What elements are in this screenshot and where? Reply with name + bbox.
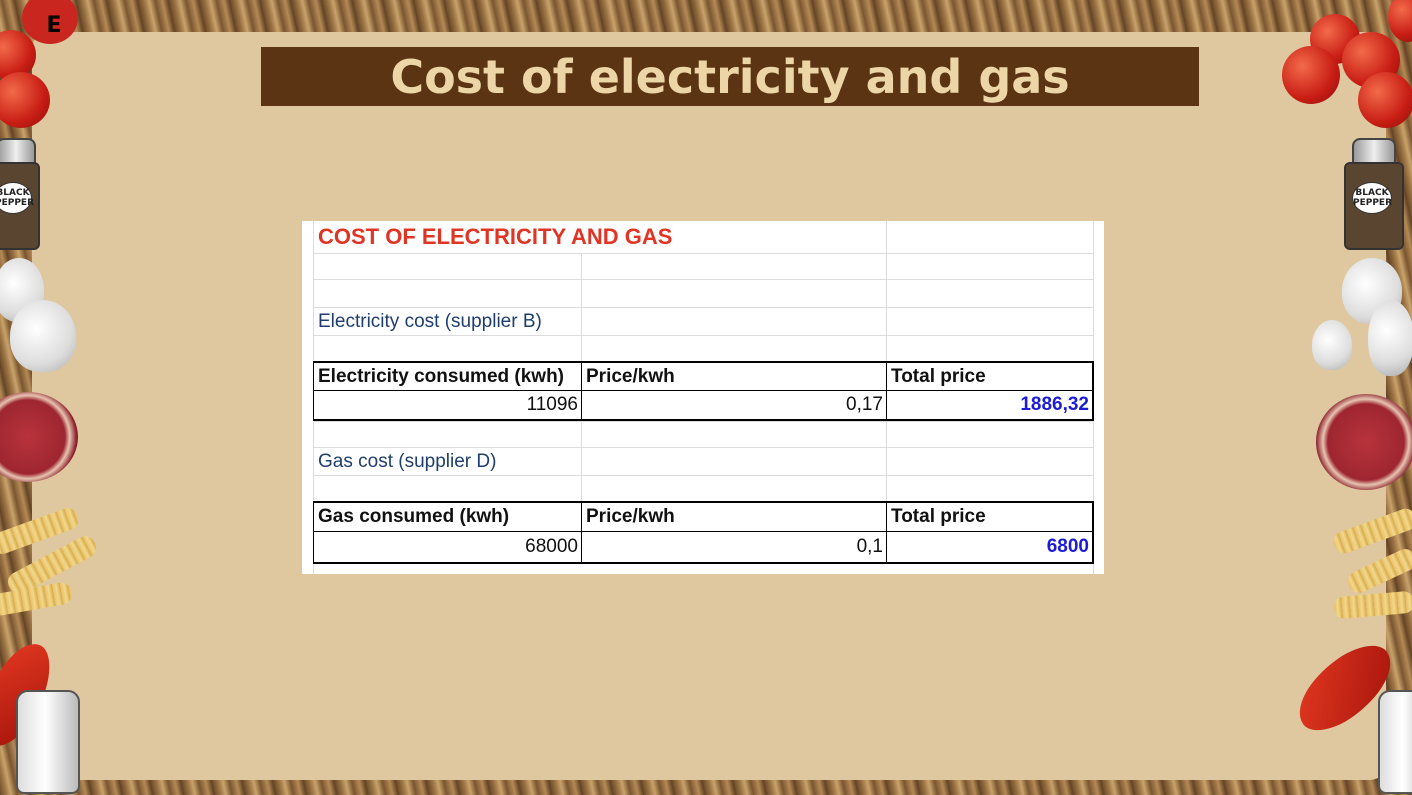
salt-shaker-icon [16, 690, 80, 794]
electricity-total-value: 1886,32 [1020, 394, 1089, 415]
electricity-col-price: Price/kwh [586, 366, 675, 387]
electricity-price-value: 0,17 [846, 394, 883, 415]
electricity-consumed-value: 11096 [526, 394, 578, 415]
gas-price-value: 0,1 [856, 536, 883, 557]
gas-total-value: 6800 [1046, 536, 1089, 557]
black-pepper-shaker-icon: BLACK PEPPER [0, 138, 42, 250]
pepper-label-line1: BLACK [1355, 188, 1389, 198]
pepper-label-line2: PEPPER [0, 198, 35, 208]
badge-letter: E [46, 13, 62, 38]
tomato-icon [1358, 72, 1412, 128]
spreadsheet-image: COST OF ELECTRICITY AND GAS Electricity … [302, 221, 1104, 574]
title-bar: Cost of electricity and gas [261, 47, 1199, 106]
gas-consumed-value: 68000 [525, 536, 578, 557]
slide-title: Cost of electricity and gas [390, 49, 1070, 104]
gas-col-price: Price/kwh [586, 506, 675, 527]
gas-col-total: Total price [891, 506, 986, 527]
steak-icon [1316, 394, 1412, 490]
black-pepper-shaker-icon: BLACK PEPPER [1344, 138, 1406, 250]
gas-section-label: Gas cost (supplier D) [318, 451, 497, 472]
pepper-label-line1: BLACK [0, 188, 30, 198]
garlic-icon [10, 300, 76, 372]
sheet-heading: COST OF ELECTRICITY AND GAS [318, 224, 673, 249]
electricity-section-label: Electricity cost (supplier B) [318, 311, 542, 332]
garlic-icon [1368, 300, 1412, 376]
salt-shaker-icon [1378, 690, 1412, 794]
tomato-icon [1282, 46, 1340, 104]
pepper-label-line2: PEPPER [1353, 198, 1393, 208]
garlic-icon [1312, 320, 1352, 370]
electricity-col-consumed: Electricity consumed (kwh) [318, 366, 565, 387]
gas-col-consumed: Gas consumed (kwh) [318, 506, 510, 527]
electricity-col-total: Total price [891, 366, 986, 387]
tomato-icon [1388, 0, 1412, 42]
